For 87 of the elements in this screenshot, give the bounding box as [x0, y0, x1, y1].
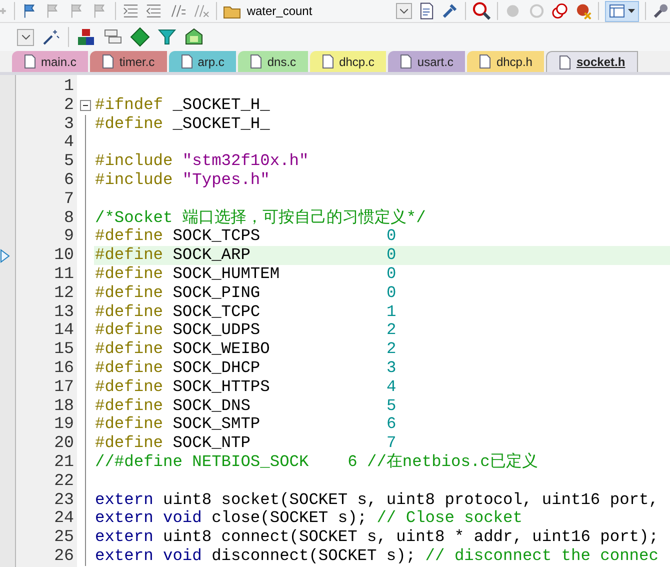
code-line: #define SOCK_DNS 5 [94, 396, 398, 416]
target-name: water_count [246, 3, 312, 20]
code-line: #define SOCK_DHCP 3 [94, 358, 398, 378]
tools-icon[interactable] [441, 2, 459, 20]
package-icon[interactable] [184, 27, 204, 47]
code-line: #include "stm32f10x.h" [94, 152, 310, 171]
code-line: #define SOCK_WEIBO 2 [94, 340, 398, 359]
file-tab[interactable]: dns.c [238, 51, 308, 72]
line-number: 18 [53, 396, 74, 416]
code-line: extern void close(SOCKET s); // Close socket [94, 509, 524, 528]
code-line: #ifndef _SOCKET_H_ [94, 96, 271, 115]
code-line: #define SOCK_TCPS 0 [94, 227, 398, 246]
line-number: 25 [53, 528, 74, 547]
line-number: 8 [63, 208, 74, 228]
file-tab[interactable]: socket.h [546, 51, 638, 72]
dropdown-button[interactable] [17, 28, 34, 46]
line-number: 4 [63, 133, 74, 152]
debug-icon[interactable] [472, 1, 492, 21]
line-number: 11 [53, 264, 74, 284]
line-number: 9 [63, 227, 74, 246]
line-number: 3 [63, 114, 74, 134]
file-icon [24, 54, 36, 69]
line-number: 15 [53, 340, 74, 359]
components-icon[interactable] [76, 27, 96, 47]
breakpoints-icon[interactable] [551, 2, 569, 20]
file-tab[interactable]: usart.c [388, 51, 466, 72]
line-number: 16 [53, 358, 74, 378]
file-icon [559, 54, 572, 70]
window-menu-button[interactable] [605, 0, 640, 22]
window-icon [609, 4, 626, 18]
line-number: 19 [53, 415, 74, 434]
code-line: #define SOCK_TCPC 1 [94, 302, 398, 322]
line-number: 17 [53, 378, 74, 397]
file-tab[interactable]: main.c [12, 51, 88, 72]
line-number: 10 [53, 246, 74, 265]
code-line: extern void disconnect(SOCKET s); // disconnect the connec [94, 546, 660, 566]
code-line: /*Socket 端口选择，可按自己的习惯定义*/ [94, 208, 427, 228]
document-icon[interactable] [418, 2, 436, 20]
line-number: 6 [63, 170, 74, 190]
uncomment-icon[interactable] [192, 2, 210, 20]
code-line: #define SOCK_NTP 7 [94, 434, 398, 453]
code-line: #define SOCK_HTTPS 4 [94, 378, 398, 397]
file-icon [322, 54, 334, 69]
line-number: 1 [63, 77, 74, 96]
line-number: 20 [53, 434, 74, 453]
line-number: 14 [53, 321, 74, 340]
line-number: 26 [53, 546, 74, 566]
code-line: extern uint8 connect(SOCKET s, uint8 * addr, uint16 port); [94, 528, 660, 547]
chevron-down-icon [400, 8, 408, 14]
file-tab[interactable]: timer.c [90, 51, 167, 72]
code-line: #define SOCK_HUMTEM 0 [94, 264, 398, 284]
indent-icon[interactable] [122, 2, 140, 20]
line-number: 5 [63, 152, 74, 171]
code-line: #define SOCK_UDPS 2 [94, 321, 398, 340]
line-number: 12 [53, 284, 74, 303]
file-tab[interactable]: arp.c [168, 51, 236, 72]
chevron-down-icon [22, 34, 30, 40]
wrench-icon[interactable] [652, 2, 670, 20]
caret-icon [628, 9, 636, 13]
clear-breakpoints-icon[interactable] [574, 2, 592, 20]
code-line: #define SOCK_PING 0 [94, 284, 398, 303]
file-icon [400, 54, 412, 69]
line-number: 13 [53, 302, 74, 322]
code-line: #define SOCK_SMTP 6 [94, 415, 398, 434]
line-number: 7 [63, 190, 74, 209]
code-line: #define _SOCKET_H_ [94, 114, 271, 134]
file-icon [250, 54, 262, 69]
collapse-icon[interactable] [80, 100, 91, 111]
magic-wand-icon[interactable] [41, 27, 61, 47]
line-number: 23 [53, 490, 74, 510]
code-line: #include "Types.h" [94, 170, 271, 190]
line-number: 21 [53, 452, 74, 472]
line-number: 2 [63, 96, 74, 115]
line-number: 24 [53, 509, 74, 528]
code-line: //#define NETBIOS_SOCK 6 //在netbios.c已定义 [94, 452, 539, 472]
funnel-icon[interactable] [157, 27, 177, 47]
line-number: 22 [53, 472, 74, 491]
file-icon [479, 54, 492, 69]
file-tab[interactable]: dhcp.c [310, 51, 386, 72]
code-line: extern uint8 socket(SOCKET s, uint8 protocol, uint16 port, [94, 490, 660, 510]
file-icon [180, 54, 193, 69]
file-tab[interactable]: dhcp.h [467, 51, 544, 72]
file-icon [102, 54, 114, 69]
target-dropdown[interactable] [396, 3, 412, 19]
diamond-icon[interactable] [130, 27, 150, 47]
outdent-icon[interactable] [145, 2, 163, 20]
comment-icon[interactable] [168, 2, 186, 20]
